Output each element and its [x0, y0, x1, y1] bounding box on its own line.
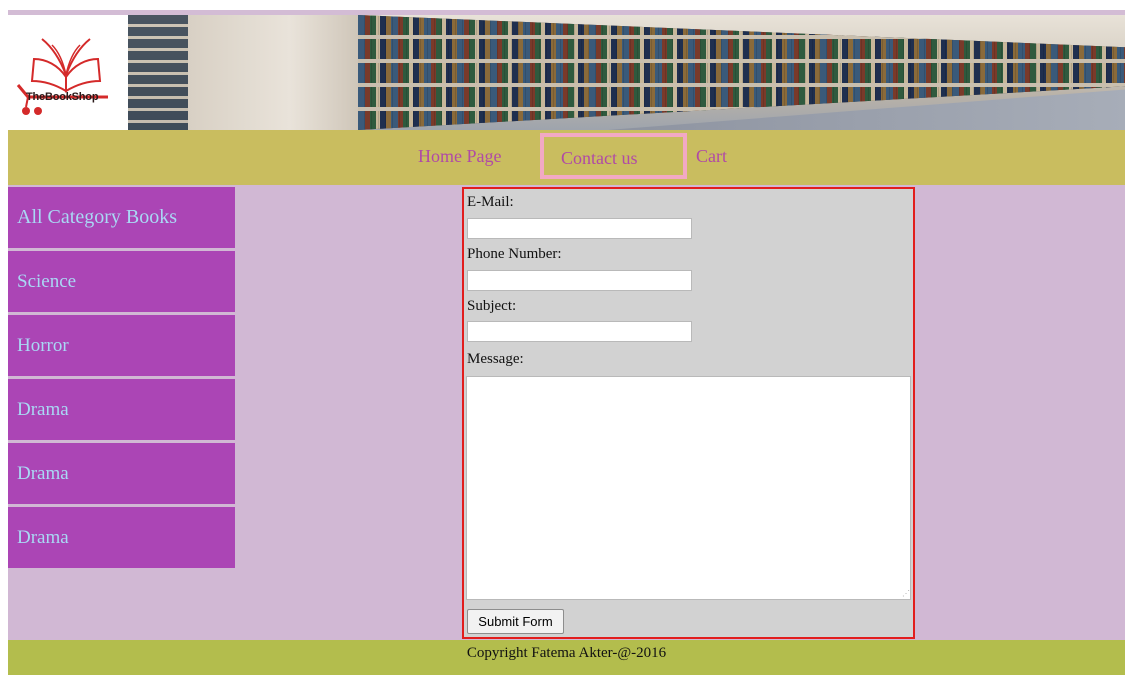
message-label: Message:: [467, 351, 524, 367]
sidebar-item-all-category-books[interactable]: All Category Books: [8, 187, 235, 248]
contact-form: E-Mail: Phone Number: Subject: Message: …: [462, 187, 915, 639]
sidebar-item-horror[interactable]: Horror: [8, 315, 235, 376]
sidebar-item-drama-3[interactable]: Drama: [8, 507, 235, 568]
nav-home-page[interactable]: Home Page: [418, 146, 501, 167]
subject-label: Subject:: [467, 298, 517, 314]
top-navigation: Home Page Contact us Cart: [8, 130, 1125, 185]
email-label: E-Mail:: [467, 194, 514, 210]
library-banner-image: [8, 15, 1125, 130]
nav-cart[interactable]: Cart: [696, 146, 727, 167]
category-sidebar: All Category Books Science Horror Drama …: [8, 187, 235, 571]
message-textarea[interactable]: [466, 376, 911, 600]
open-book-icon: [16, 38, 108, 115]
phone-number-field[interactable]: [467, 270, 692, 291]
sidebar-item-drama-1[interactable]: Drama: [8, 379, 235, 440]
site-logo[interactable]: TheBookShop: [8, 15, 128, 130]
phone-number-label: Phone Number:: [467, 246, 562, 262]
nav-contact-us[interactable]: Contact us: [540, 133, 687, 179]
logo-text: TheBookShop: [26, 91, 99, 103]
resize-grip-icon[interactable]: ⋰: [902, 589, 910, 598]
email-field[interactable]: [467, 218, 692, 239]
footer: Copyright Fatema Akter-@-2016: [8, 640, 1125, 675]
page: TheBookShop Home Page Contact us Cart Al…: [8, 10, 1125, 675]
copyright-text: Copyright Fatema Akter-@-2016: [466, 645, 667, 661]
sidebar-item-science[interactable]: Science: [8, 251, 235, 312]
submit-form-button[interactable]: Submit Form: [467, 609, 564, 634]
subject-field[interactable]: [467, 321, 692, 342]
header-banner: TheBookShop: [8, 10, 1125, 130]
sidebar-item-drama-2[interactable]: Drama: [8, 443, 235, 504]
